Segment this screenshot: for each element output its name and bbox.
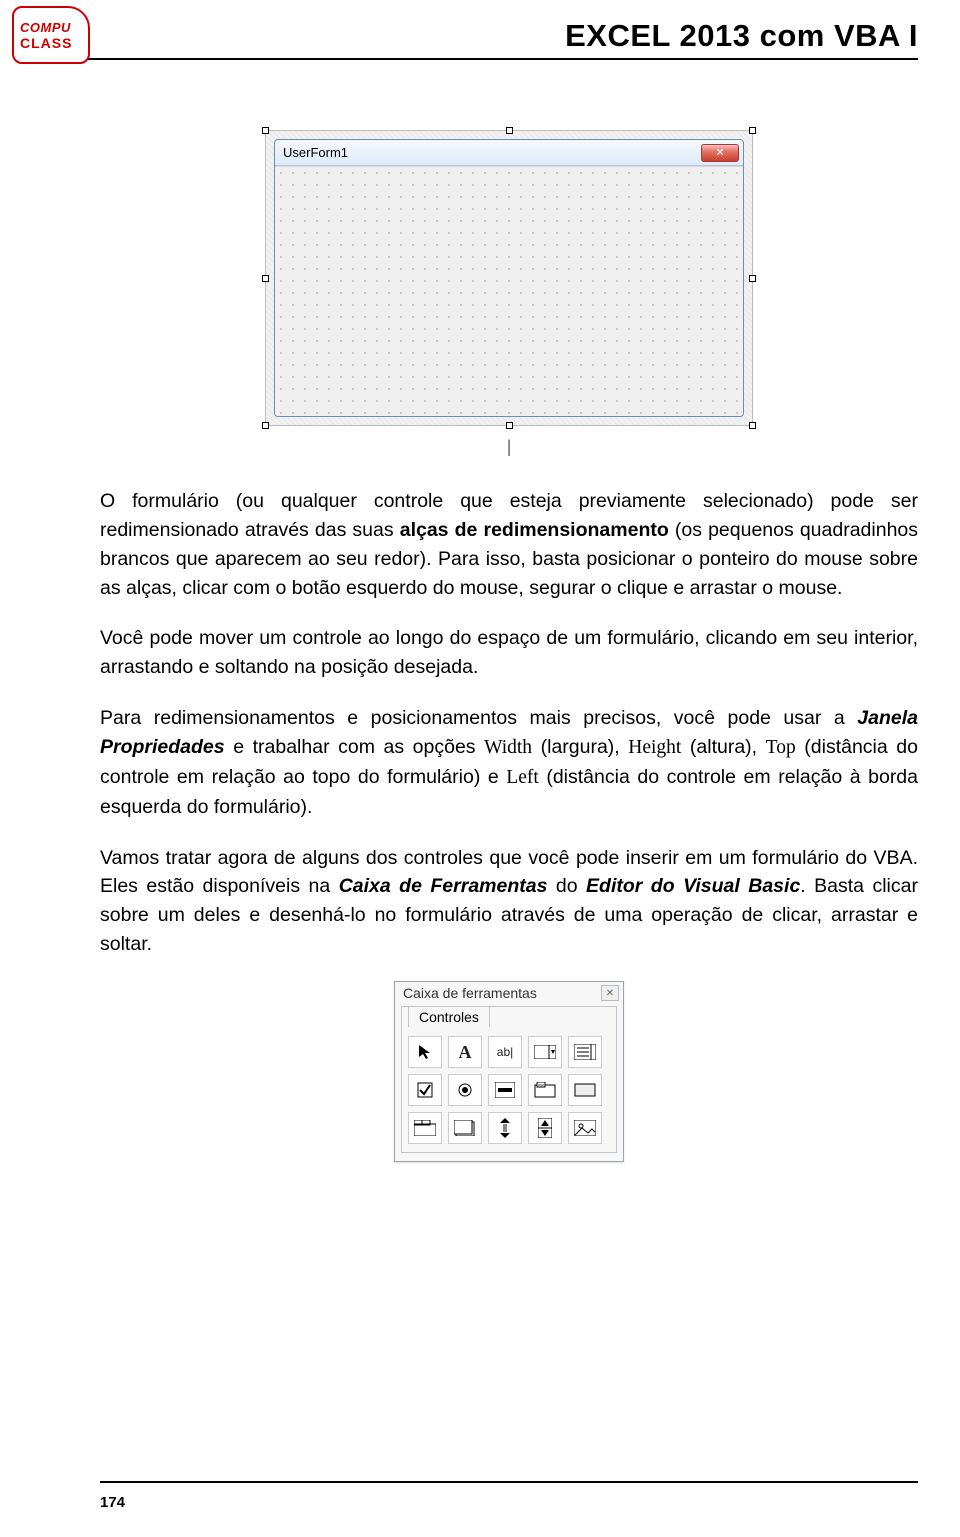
paragraph-3: Para redimensionamentos e posicionamento… [100, 704, 918, 821]
text: (altura), [681, 736, 765, 758]
logo-compuclass: COMPU CLASS [12, 6, 90, 64]
optionbutton-icon[interactable] [448, 1074, 482, 1106]
combobox-icon[interactable] [528, 1036, 562, 1068]
term-vbe: Editor do Visual Basic [586, 875, 800, 897]
userform-body[interactable] [275, 166, 743, 416]
scrollbar-icon[interactable] [488, 1112, 522, 1144]
commandbutton-icon[interactable] [568, 1074, 602, 1106]
togglebutton-icon[interactable] [488, 1074, 522, 1106]
multipage-icon[interactable] [448, 1112, 482, 1144]
spinbutton-icon[interactable] [528, 1112, 562, 1144]
header-divider [80, 58, 918, 60]
resize-handle[interactable] [749, 127, 756, 134]
toolbox-grid: A ab| xyz [408, 1036, 610, 1144]
resize-handle[interactable] [262, 422, 269, 429]
figure-userform: UserForm1 ✕ [100, 130, 918, 426]
term-width: Width [484, 737, 532, 758]
logo-line-1: COMPU [20, 20, 71, 35]
svg-text:xyz: xyz [538, 1082, 544, 1087]
resize-handle[interactable] [506, 422, 513, 429]
term-handles: alças de redimensionamento [400, 519, 669, 541]
toolbox-titlebar[interactable]: Caixa de ferramentas ✕ [395, 982, 623, 1004]
toolbox-tab-controles[interactable]: Controles [408, 1006, 490, 1027]
pointer-icon[interactable] [408, 1036, 442, 1068]
page-number: 174 [100, 1494, 125, 1511]
footer-divider [100, 1481, 918, 1483]
close-icon[interactable]: ✕ [701, 144, 739, 162]
checkbox-icon[interactable] [408, 1074, 442, 1106]
toolbox-title-text: Caixa de ferramentas [403, 985, 601, 1001]
text: Para redimensionamentos e posicionamento… [100, 707, 857, 729]
paragraph-1: O formulário (ou qualquer controle que e… [100, 487, 918, 602]
toolbox-window[interactable]: Caixa de ferramentas ✕ Controles A ab| x… [394, 981, 624, 1162]
frame-icon[interactable]: xyz [528, 1074, 562, 1106]
designer-surface: UserForm1 ✕ [265, 130, 753, 426]
paragraph-4: Vamos tratar agora de alguns dos control… [100, 844, 918, 959]
logo-line-2: CLASS [20, 35, 72, 51]
label-icon[interactable]: A [448, 1036, 482, 1068]
tabstrip-icon[interactable] [408, 1112, 442, 1144]
header-row: EXCEL 2013 com VBA I [100, 18, 918, 54]
body-text: O formulário (ou qualquer controle que e… [100, 487, 918, 959]
paragraph-2: Você pode mover um controle ao longo do … [100, 624, 918, 682]
toolbox-body: Controles A ab| xyz [401, 1006, 617, 1153]
text: do [547, 875, 586, 897]
listbox-icon[interactable] [568, 1036, 602, 1068]
text: (largura), [532, 736, 628, 758]
document-page: COMPU CLASS EXCEL 2013 com VBA I UserFor… [0, 0, 960, 1537]
textbox-icon[interactable]: ab| [488, 1036, 522, 1068]
resize-handle[interactable] [749, 275, 756, 282]
text: e trabalhar com as opções [225, 736, 484, 758]
term-height: Height [628, 737, 681, 758]
resize-handle[interactable] [749, 422, 756, 429]
close-icon[interactable]: ✕ [601, 985, 619, 1001]
resize-handle[interactable] [262, 275, 269, 282]
userform-window[interactable]: UserForm1 ✕ [274, 139, 744, 417]
userform-title-text: UserForm1 [283, 145, 701, 160]
figure-toolbox: Caixa de ferramentas ✕ Controles A ab| x… [100, 981, 918, 1162]
term-top: Top [766, 737, 796, 758]
resize-handle[interactable] [506, 127, 513, 134]
text-cursor-icon: | [100, 436, 918, 457]
page-title: EXCEL 2013 com VBA I [100, 18, 918, 54]
term-toolbox: Caixa de Ferramentas [339, 875, 548, 897]
userform-titlebar[interactable]: UserForm1 ✕ [275, 140, 743, 166]
resize-handle[interactable] [262, 127, 269, 134]
image-icon[interactable] [568, 1112, 602, 1144]
term-left: Left [506, 767, 538, 788]
